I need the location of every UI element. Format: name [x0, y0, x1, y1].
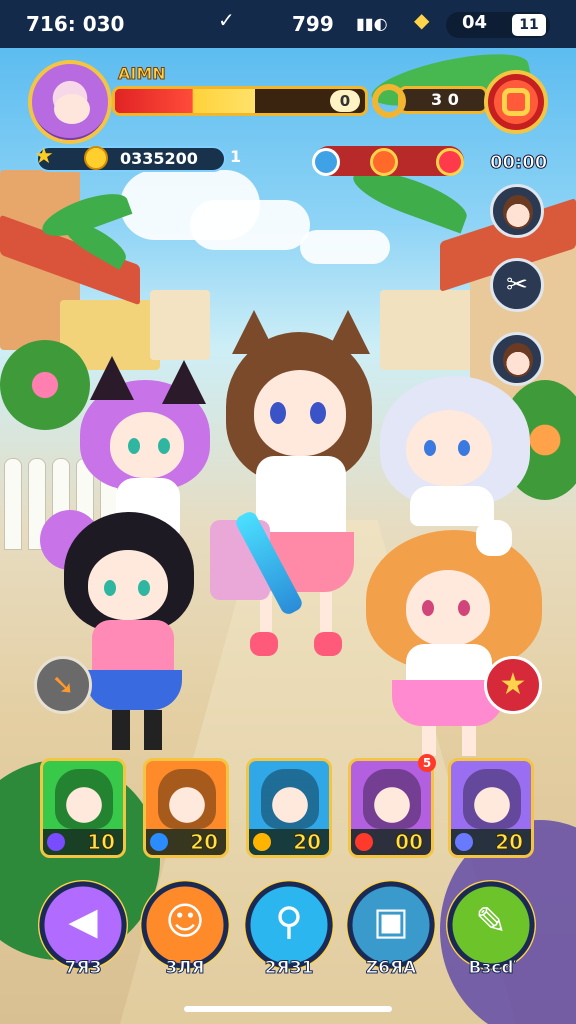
hp-end-value: 0: [330, 90, 360, 112]
shield-icon[interactable]: [312, 148, 340, 176]
arrow-down-icon: ➘: [51, 668, 75, 701]
nav-button[interactable]: ✎: [446, 880, 536, 970]
house-right-back: [380, 290, 480, 370]
ticket-icon: ◆: [414, 8, 430, 32]
heart-gem-icon[interactable]: [436, 148, 464, 176]
star-icon: ★: [499, 667, 527, 702]
character-icon: ☺: [165, 899, 205, 943]
workshop-icon: ✎: [475, 899, 507, 943]
battle-icon: ◀: [68, 899, 98, 943]
element-icon: [355, 833, 373, 851]
character-card[interactable]: 00: [348, 758, 434, 858]
nav-button[interactable]: ◀: [38, 880, 128, 970]
card-badge: 5: [418, 754, 436, 772]
nav-button[interactable]: ⚲: [244, 880, 334, 970]
element-icon: [253, 833, 271, 851]
character-card[interactable]: 20: [143, 758, 229, 858]
event-timer: 00:00: [489, 152, 548, 174]
star-icon: ★: [34, 144, 54, 169]
element-icon: [455, 833, 473, 851]
player-name: AIMN: [118, 64, 167, 84]
status-bar: 716: 030 ✓ 799 ▮▮◐ ◆ 04 11: [0, 0, 576, 48]
tools-button[interactable]: ✂: [490, 258, 544, 312]
coin-counter-suffix: 1: [230, 147, 242, 166]
character-card[interactable]: 20: [246, 758, 332, 858]
status-right-value: 04: [462, 12, 488, 33]
battery-icon: ▮▮◐: [356, 14, 388, 33]
guide-icon: ▣: [373, 899, 409, 943]
energy-counter: 3 0: [398, 86, 488, 114]
element-icon: [47, 833, 65, 851]
character-card[interactable]: 10: [40, 758, 126, 858]
nav-label: Bзєď: [468, 958, 514, 979]
player-avatar[interactable]: [28, 60, 112, 144]
friend-avatar-button[interactable]: [490, 184, 544, 238]
nav-label: Z6ЯA: [365, 958, 417, 979]
status-box: 11: [512, 14, 546, 36]
coin-counter: 0335200: [36, 146, 226, 172]
wrench-icon: ✂: [506, 270, 528, 300]
card-portrait: [261, 769, 319, 829]
nav-button[interactable]: ▣: [346, 880, 436, 970]
character-white-hair[interactable]: [380, 370, 540, 530]
favorite-button[interactable]: ★: [484, 656, 542, 714]
key-icon: [372, 84, 406, 118]
status-time: 716: 030: [26, 12, 125, 36]
cloud: [190, 200, 310, 250]
gem-icon[interactable]: [370, 148, 398, 176]
tower: [150, 290, 210, 360]
friend-avatar-icon: [503, 195, 533, 229]
character-orange-hair[interactable]: [366, 520, 546, 760]
character-card[interactable]: 20: [448, 758, 534, 858]
hp-bar-fill: [115, 89, 255, 113]
card-portrait: [463, 769, 521, 829]
coin-icon: [84, 146, 108, 170]
flower-bush: [0, 340, 90, 430]
card-portrait: [363, 769, 421, 829]
cloud: [300, 230, 390, 264]
nav-label: 3ЛЯ: [165, 958, 205, 979]
shop-button[interactable]: [484, 70, 548, 134]
nav-label: 7ЯЗ: [64, 958, 102, 979]
status-center-value: 799: [292, 12, 334, 36]
signal-icon: ✓: [218, 8, 235, 32]
card-portrait: [158, 769, 216, 829]
back-button[interactable]: ➘: [34, 656, 92, 714]
nav-label: 2ЯЗ1: [264, 958, 314, 979]
nav-button[interactable]: ☺: [140, 880, 230, 970]
frame-icon: [502, 88, 530, 116]
home-indicator[interactable]: [184, 1006, 392, 1012]
gacha-icon: ⚲: [275, 899, 303, 943]
element-icon: [150, 833, 168, 851]
character-brown-hair-leader[interactable]: [226, 310, 376, 670]
card-portrait: [55, 769, 113, 829]
